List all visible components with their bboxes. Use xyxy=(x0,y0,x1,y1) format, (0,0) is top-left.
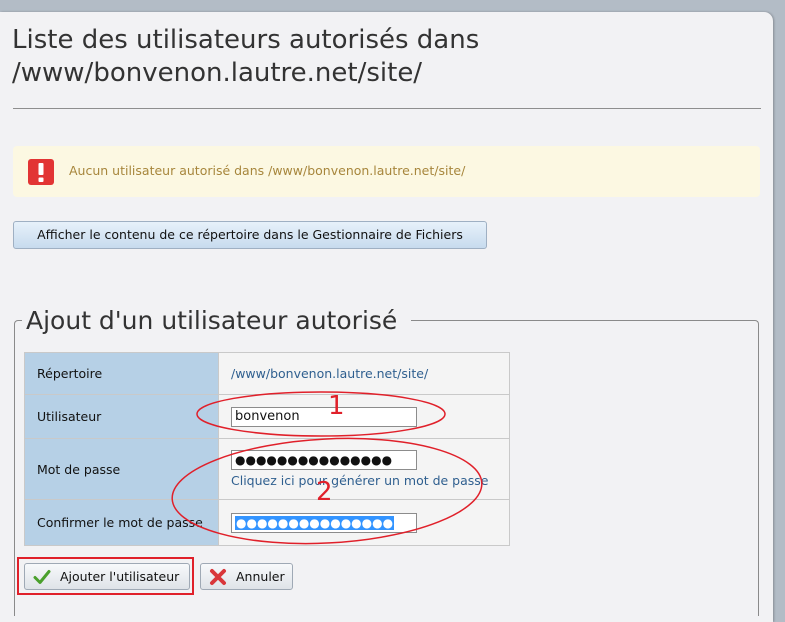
directory-label: Répertoire xyxy=(24,352,219,395)
confirm-password-label: Confirmer le mot de passe xyxy=(24,499,219,546)
table-row: Répertoire /www/bonvenon.lautre.net/site… xyxy=(24,352,510,395)
page-title-line-2: /www/bonvenon.lautre.net/site/ xyxy=(12,58,423,88)
password-input[interactable]: ●●●●●●●●●●●●●●● xyxy=(231,450,417,470)
title-divider xyxy=(13,108,761,109)
fieldset-legend: Ajout d'un utilisateur autorisé xyxy=(22,303,412,339)
confirm-password-input[interactable]: ●●●●●●●●●●●●●●● xyxy=(231,512,417,533)
confirm-password-dots: ●●●●●●●●●●●●●●● xyxy=(235,515,395,530)
cancel-button[interactable]: Annuler xyxy=(200,563,293,590)
directory-cell: /www/bonvenon.lautre.net/site/ xyxy=(218,352,510,395)
cancel-button-label: Annuler xyxy=(236,569,285,584)
password-cell: ●●●●●●●●●●●●●●● Cliquez ici pour générer… xyxy=(218,438,510,500)
cross-icon xyxy=(210,569,226,585)
generate-password-link[interactable]: Cliquez ici pour générer un mot de passe xyxy=(231,473,509,488)
table-row: Utilisateur bonvenon xyxy=(24,394,510,439)
password-label: Mot de passe xyxy=(24,438,219,500)
confirm-password-cell: ●●●●●●●●●●●●●●● xyxy=(218,499,510,546)
page-title: Liste des utilisateurs autorisés dans /w… xyxy=(12,24,752,90)
table-row: Confirmer le mot de passe ●●●●●●●●●●●●●●… xyxy=(24,499,510,546)
warning-alert: Aucun utilisateur autorisé dans /www/bon… xyxy=(13,146,760,197)
add-button-highlight-box xyxy=(17,557,194,595)
add-user-form-table: Répertoire /www/bonvenon.lautre.net/site… xyxy=(24,352,510,546)
user-input[interactable]: bonvenon xyxy=(231,406,417,427)
exclamation-icon xyxy=(28,159,54,185)
alert-message: Aucun utilisateur autorisé dans /www/bon… xyxy=(69,163,466,178)
page-title-line-1: Liste des utilisateurs autorisés dans xyxy=(12,25,480,55)
password-dots: ●●●●●●●●●●●●●●● xyxy=(235,453,393,467)
directory-link[interactable]: /www/bonvenon.lautre.net/site/ xyxy=(231,366,428,381)
table-row: Mot de passe ●●●●●●●●●●●●●●● Cliquez ici… xyxy=(24,438,510,500)
open-file-manager-button[interactable]: Afficher le contenu de ce répertoire dan… xyxy=(13,221,487,249)
user-cell: bonvenon xyxy=(218,394,510,439)
user-label: Utilisateur xyxy=(24,394,219,439)
